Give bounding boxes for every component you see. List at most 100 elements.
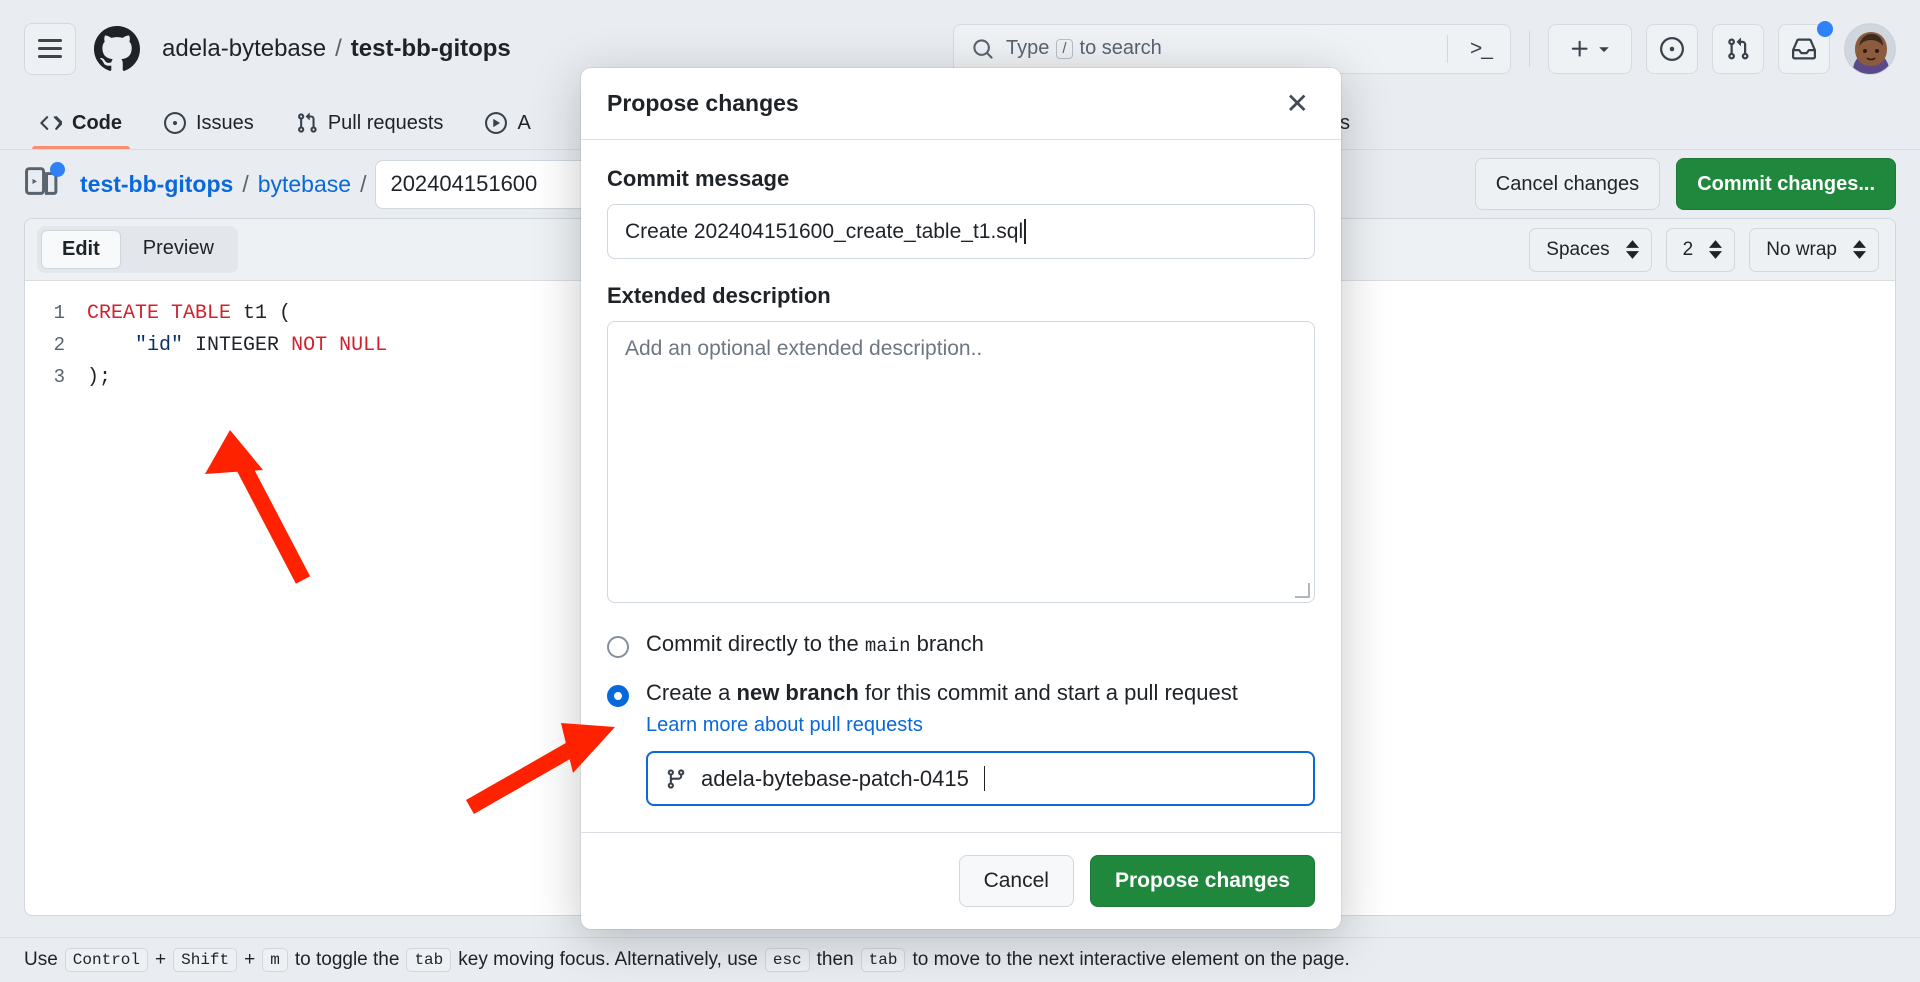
search-placeholder-prefix: Type: [1006, 37, 1050, 59]
issues-icon: [164, 112, 186, 134]
key-tab-1: tab: [406, 948, 452, 972]
tab-code[interactable]: Code: [24, 97, 138, 149]
extended-description-label: Extended description: [607, 283, 831, 308]
tab-actions-label: A: [517, 111, 531, 134]
code-icon: [40, 116, 62, 130]
commit-message-value: Create 202404151600_create_table_t1.sql: [625, 219, 1024, 243]
line-number: 1: [53, 302, 65, 324]
file-bar-actions: Cancel changes Commit changes...: [1474, 158, 1896, 210]
extended-description-textarea[interactable]: Add an optional extended description..: [607, 321, 1315, 603]
search-input[interactable]: Type / to search >_: [953, 23, 1511, 74]
github-logo-icon[interactable]: [94, 25, 140, 72]
propose-changes-button[interactable]: Propose changes: [1089, 855, 1315, 907]
repo-link[interactable]: test-bb-gitops: [351, 35, 511, 63]
breadcrumb-slash-1: /: [242, 170, 249, 197]
cancel-button[interactable]: Cancel: [958, 855, 1074, 907]
breadcrumb-separator: /: [335, 34, 342, 62]
key-shift: Shift: [173, 948, 238, 972]
indent-size-value: 2: [1682, 238, 1694, 260]
issues-circle-icon: [1660, 36, 1684, 61]
dialog-footer: Cancel Propose changes: [581, 832, 1341, 929]
text-cursor: [1024, 219, 1026, 244]
indent-mode-select[interactable]: Spaces: [1529, 227, 1652, 272]
key-esc: esc: [764, 948, 810, 972]
hint-plus-1: +: [155, 949, 167, 970]
hint-text-5: to move to the next interactive element …: [912, 949, 1350, 970]
breadcrumb-repo-link[interactable]: test-bb-gitops: [80, 171, 233, 198]
select-caret-icon: [1625, 240, 1639, 259]
dialog-body: Commit message Create 202404151600_creat…: [581, 140, 1341, 832]
hint-text-3: key moving focus. Alternatively, use: [458, 949, 758, 970]
dialog-title: Propose changes: [607, 90, 799, 116]
notifications-button[interactable]: [1778, 20, 1833, 74]
slash-key-hint: /: [1056, 38, 1073, 59]
code-text: );: [87, 365, 112, 389]
main-branch-name: main: [864, 635, 911, 657]
search-placeholder-suffix: to search: [1079, 37, 1162, 59]
close-icon[interactable]: ✕: [1280, 84, 1315, 124]
key-control: Control: [64, 948, 149, 972]
create-new-branch-option[interactable]: Create a new branch for this commit and …: [607, 680, 1315, 806]
plus-icon: [1571, 40, 1588, 57]
key-m: m: [262, 948, 288, 972]
github-file-editor-page: adela-bytebase / test-bb-gitops Type / t…: [0, 0, 1920, 982]
new-branch-strong: new branch: [736, 680, 859, 705]
hamburger-icon[interactable]: [24, 22, 76, 75]
key-tab-2: tab: [860, 948, 906, 972]
wrap-mode-select[interactable]: No wrap: [1749, 227, 1879, 272]
line-number: 2: [53, 334, 65, 356]
header-right-group: Type / to search >_: [953, 20, 1896, 75]
search-icon: [973, 38, 993, 59]
cancel-changes-button[interactable]: Cancel changes: [1474, 158, 1661, 210]
commit-changes-button[interactable]: Commit changes...: [1676, 158, 1896, 210]
breadcrumb: adela-bytebase / test-bb-gitops: [162, 35, 511, 63]
radio-create-new-branch[interactable]: [607, 685, 629, 707]
radio-commit-directly[interactable]: [607, 636, 629, 658]
header-divider: [1529, 30, 1530, 67]
avatar[interactable]: [1844, 22, 1896, 75]
commit-directly-option[interactable]: Commit directly to the main branch: [607, 631, 1315, 658]
tab-preview[interactable]: Preview: [123, 230, 234, 269]
tab-actions[interactable]: A: [469, 97, 546, 149]
hint-text-2: to toggle the: [294, 949, 400, 970]
hint-text-4: then: [816, 949, 854, 970]
tab-issues[interactable]: Issues: [148, 97, 270, 149]
hint-plus-2: +: [244, 949, 256, 970]
code-text: CREATE TABLE t1 (: [87, 301, 292, 325]
tab-pull-requests[interactable]: Pull requests: [280, 97, 460, 149]
unsaved-indicator-dot: [50, 162, 65, 177]
editor-settings-group: Spaces 2 No wrap: [1529, 227, 1883, 272]
create-new-button[interactable]: [1548, 23, 1632, 74]
line-number: 3: [53, 366, 65, 388]
file-breadcrumb: test-bb-gitops / bytebase /: [80, 171, 366, 198]
edit-preview-tabs: Edit Preview: [37, 226, 238, 273]
tab-issues-label: Issues: [196, 111, 254, 134]
hint-text-1: Use: [24, 949, 58, 970]
pull-request-icon: [297, 112, 317, 133]
branch-icon: [667, 768, 685, 789]
pull-request-icon: [1728, 37, 1749, 60]
pull-requests-button[interactable]: [1712, 23, 1764, 74]
inbox-icon: [1792, 38, 1816, 59]
commit-directly-suffix: branch: [916, 631, 984, 656]
code-text: "id" INTEGER NOT NULL: [135, 333, 388, 357]
owner-link[interactable]: adela-bytebase: [162, 35, 326, 63]
extended-description-placeholder: Add an optional extended description..: [625, 337, 983, 360]
breadcrumb-folder-link[interactable]: bytebase: [258, 171, 351, 198]
branch-name-input[interactable]: adela-bytebase-patch-0415: [646, 751, 1315, 806]
commit-directly-prefix: Commit directly to the: [646, 631, 859, 656]
commit-message-label: Commit message: [607, 166, 790, 191]
wrap-mode-value: No wrap: [1766, 238, 1837, 260]
new-branch-suffix: for this commit and start a pull request: [864, 680, 1238, 705]
issues-button[interactable]: [1646, 23, 1698, 74]
notification-indicator-dot: [1817, 20, 1833, 37]
file-edit-icon: [24, 162, 65, 204]
keyboard-hint-statusbar: Use Control + Shift + m to toggle the ta…: [0, 937, 1920, 982]
commit-message-input[interactable]: Create 202404151600_create_table_t1.sql: [607, 204, 1315, 259]
terminal-icon[interactable]: >_: [1470, 37, 1500, 61]
chevron-down-icon: [1599, 46, 1609, 52]
indent-size-select[interactable]: 2: [1665, 227, 1736, 272]
tab-edit[interactable]: Edit: [41, 230, 121, 269]
create-new-branch-label: Create a new branch for this commit and …: [646, 680, 1315, 706]
learn-more-link[interactable]: Learn more about pull requests: [646, 714, 923, 737]
